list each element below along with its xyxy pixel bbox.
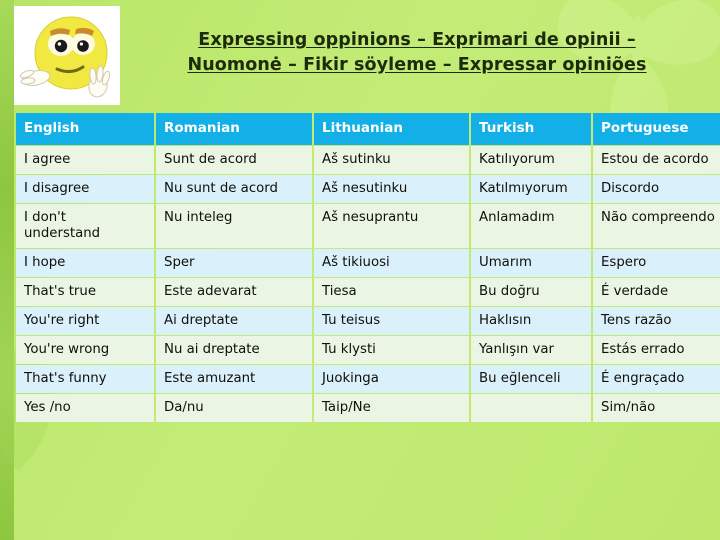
confused-shrug-emoji-icon (14, 6, 120, 105)
table-row: That's true Este adevarat Tiesa Bu doğru É v… (16, 278, 720, 306)
table-row: Yes /no Da/nu Taip/Ne Sim/não (16, 394, 720, 422)
table-cell: That's funny (16, 365, 154, 393)
table-cell: Tu teisus (314, 307, 469, 335)
table-cell: Aš nesutinku (314, 175, 469, 203)
table-cell: Sunt de acord (156, 146, 312, 174)
table-cell: Anlamadım (471, 204, 591, 248)
table-cell: Ai dreptate (156, 307, 312, 335)
table-cell: Sper (156, 249, 312, 277)
table-cell: You're right (16, 307, 154, 335)
table-cell: Sim/não (593, 394, 720, 422)
table-cell: Taip/Ne (314, 394, 469, 422)
slide-header: Expressing oppinions – Exprimari de opin… (0, 0, 720, 112)
page-title-line-2: Nuomonė – Fikir söyleme – Expressar opin… (187, 55, 647, 75)
table-cell: Tens razão (593, 307, 720, 335)
table-cell: I disagree (16, 175, 154, 203)
vocabulary-table-body: I agree Sunt de acord Aš sutinku Katılıyoru… (16, 146, 720, 422)
table-cell: Da/nu (156, 394, 312, 422)
table-row: You're wrong Nu ai dreptate Tu klysti Yanlı… (16, 336, 720, 364)
table-cell: Tiesa (314, 278, 469, 306)
page-title: Expressing oppinions – Exprimari de opin… (152, 28, 682, 78)
table-cell: Este amuzant (156, 365, 312, 393)
table-cell: Nu sunt de acord (156, 175, 312, 203)
table-cell: Aš nesuprantu (314, 204, 469, 248)
table-cell: You're wrong (16, 336, 154, 364)
table-cell: Haklısın (471, 307, 591, 335)
table-cell: Yes /no (16, 394, 154, 422)
table-row: You're right Ai dreptate Tu teisus Haklısın… (16, 307, 720, 335)
table-cell: Aš sutinku (314, 146, 469, 174)
table-cell: I hope (16, 249, 154, 277)
table-header-row: English Romanian Lithuanian Turkish Port… (16, 113, 720, 145)
table-row: I agree Sunt de acord Aš sutinku Katılıyoru… (16, 146, 720, 174)
table-cell: É engraçado (593, 365, 720, 393)
table-cell: Juokinga (314, 365, 469, 393)
table-cell: Este adevarat (156, 278, 312, 306)
column-header-portuguese: Portuguese (593, 113, 720, 145)
table-cell: Nu ai dreptate (156, 336, 312, 364)
table-cell: Umarım (471, 249, 591, 277)
table-cell: Yanlışın var (471, 336, 591, 364)
table-cell: Estou de acordo (593, 146, 720, 174)
table-cell: Não compreendo (593, 204, 720, 248)
table-cell: Nu inteleg (156, 204, 312, 248)
column-header-turkish: Turkish (471, 113, 591, 145)
table-cell: Espero (593, 249, 720, 277)
page-title-line-1: Expressing oppinions – Exprimari de opin… (198, 30, 636, 50)
table-row: That's funny Este amuzant Juokinga Bu eğlen… (16, 365, 720, 393)
column-header-romanian: Romanian (156, 113, 312, 145)
table-row: I don't understand Nu inteleg Aš nesuprant… (16, 204, 720, 248)
table-cell: Katılmıyorum (471, 175, 591, 203)
column-header-lithuanian: Lithuanian (314, 113, 469, 145)
table-cell: I don't understand (16, 204, 154, 248)
table-cell: I agree (16, 146, 154, 174)
table-cell: Tu klysti (314, 336, 469, 364)
vocabulary-table-container: English Romanian Lithuanian Turkish Port… (14, 112, 720, 423)
table-cell (471, 394, 591, 422)
table-cell: Estás errado (593, 336, 720, 364)
table-cell: É verdade (593, 278, 720, 306)
table-cell: That's true (16, 278, 154, 306)
table-row: I disagree Nu sunt de acord Aš nesutinku Ka… (16, 175, 720, 203)
table-cell: Bu doğru (471, 278, 591, 306)
table-cell: Discordo (593, 175, 720, 203)
column-header-english: English (16, 113, 154, 145)
table-cell: Bu eğlenceli (471, 365, 591, 393)
vocabulary-table: English Romanian Lithuanian Turkish Port… (14, 112, 720, 423)
table-cell: Katılıyorum (471, 146, 591, 174)
table-row: I hope Sper Aš tikiuosi Umarım Espero (16, 249, 720, 277)
slide: Expressing oppinions – Exprimari de opin… (0, 0, 720, 540)
table-cell: Aš tikiuosi (314, 249, 469, 277)
